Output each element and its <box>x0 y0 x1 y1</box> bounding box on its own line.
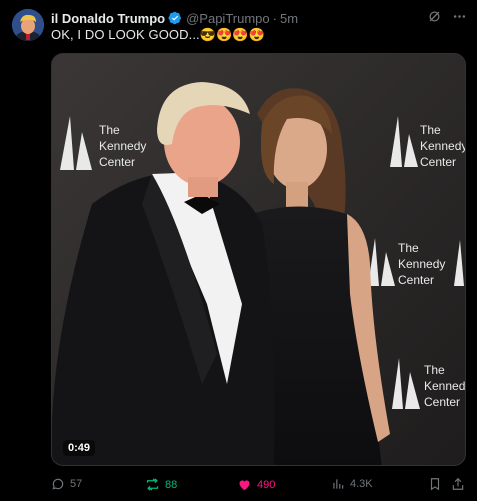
action-bar: 57 88 490 4.3K <box>51 477 466 493</box>
repost-count: 88 <box>165 478 178 491</box>
author-handle[interactable]: @PapiTrumpo <box>186 11 270 26</box>
tweet[interactable]: il Donaldo Trumpo @PapiTrumpo · 5m OK, I… <box>0 0 477 501</box>
reply-icon <box>52 478 64 490</box>
avatar[interactable] <box>12 9 44 41</box>
separator-dot: · <box>272 10 277 26</box>
svg-text:The: The <box>420 123 441 137</box>
author-name[interactable]: il Donaldo Trumpo <box>51 11 165 26</box>
repost-icon <box>146 478 159 491</box>
views-count: 4.3K <box>350 478 373 490</box>
like-button[interactable]: 490 <box>237 477 275 492</box>
svg-text:Kennedy: Kennedy <box>420 139 466 153</box>
views-button[interactable]: 4.3K <box>331 477 373 491</box>
svg-text:Kennedy: Kennedy <box>99 139 146 153</box>
reply-count: 57 <box>70 478 83 490</box>
tweet-text: OK, I DO LOOK GOOD...😎😍😍😍 <box>51 27 265 42</box>
repost-button[interactable]: 88 <box>145 477 177 492</box>
grok-icon[interactable] <box>427 9 442 24</box>
like-count: 490 <box>257 478 276 491</box>
svg-text:Center: Center <box>424 395 460 409</box>
like-icon <box>239 480 250 491</box>
svg-text:The: The <box>99 123 120 137</box>
video-frame: The Kennedy Center The Kennedy Center Th… <box>52 54 466 465</box>
video-player[interactable]: The Kennedy Center The Kennedy Center Th… <box>51 53 466 466</box>
reply-button[interactable]: 57 <box>51 477 82 491</box>
more-icon[interactable] <box>452 9 467 24</box>
bookmark-button[interactable] <box>428 477 442 491</box>
top-actions <box>427 9 467 24</box>
verified-badge-icon <box>168 11 182 25</box>
svg-text:The: The <box>398 241 419 255</box>
share-icon <box>452 477 464 490</box>
svg-text:Center: Center <box>99 155 135 169</box>
svg-text:Center: Center <box>398 273 434 287</box>
bookmark-icon <box>430 478 440 491</box>
svg-text:The: The <box>424 363 445 377</box>
svg-text:Center: Center <box>420 155 456 169</box>
views-icon <box>333 479 344 489</box>
share-button[interactable] <box>451 477 465 491</box>
svg-text:Kennedy: Kennedy <box>424 379 466 393</box>
video-duration: 0:49 <box>63 440 96 456</box>
svg-text:Kennedy: Kennedy <box>398 257 445 271</box>
timestamp[interactable]: 5m <box>280 11 298 26</box>
tweet-header: il Donaldo Trumpo @PapiTrumpo · 5m <box>51 9 298 27</box>
